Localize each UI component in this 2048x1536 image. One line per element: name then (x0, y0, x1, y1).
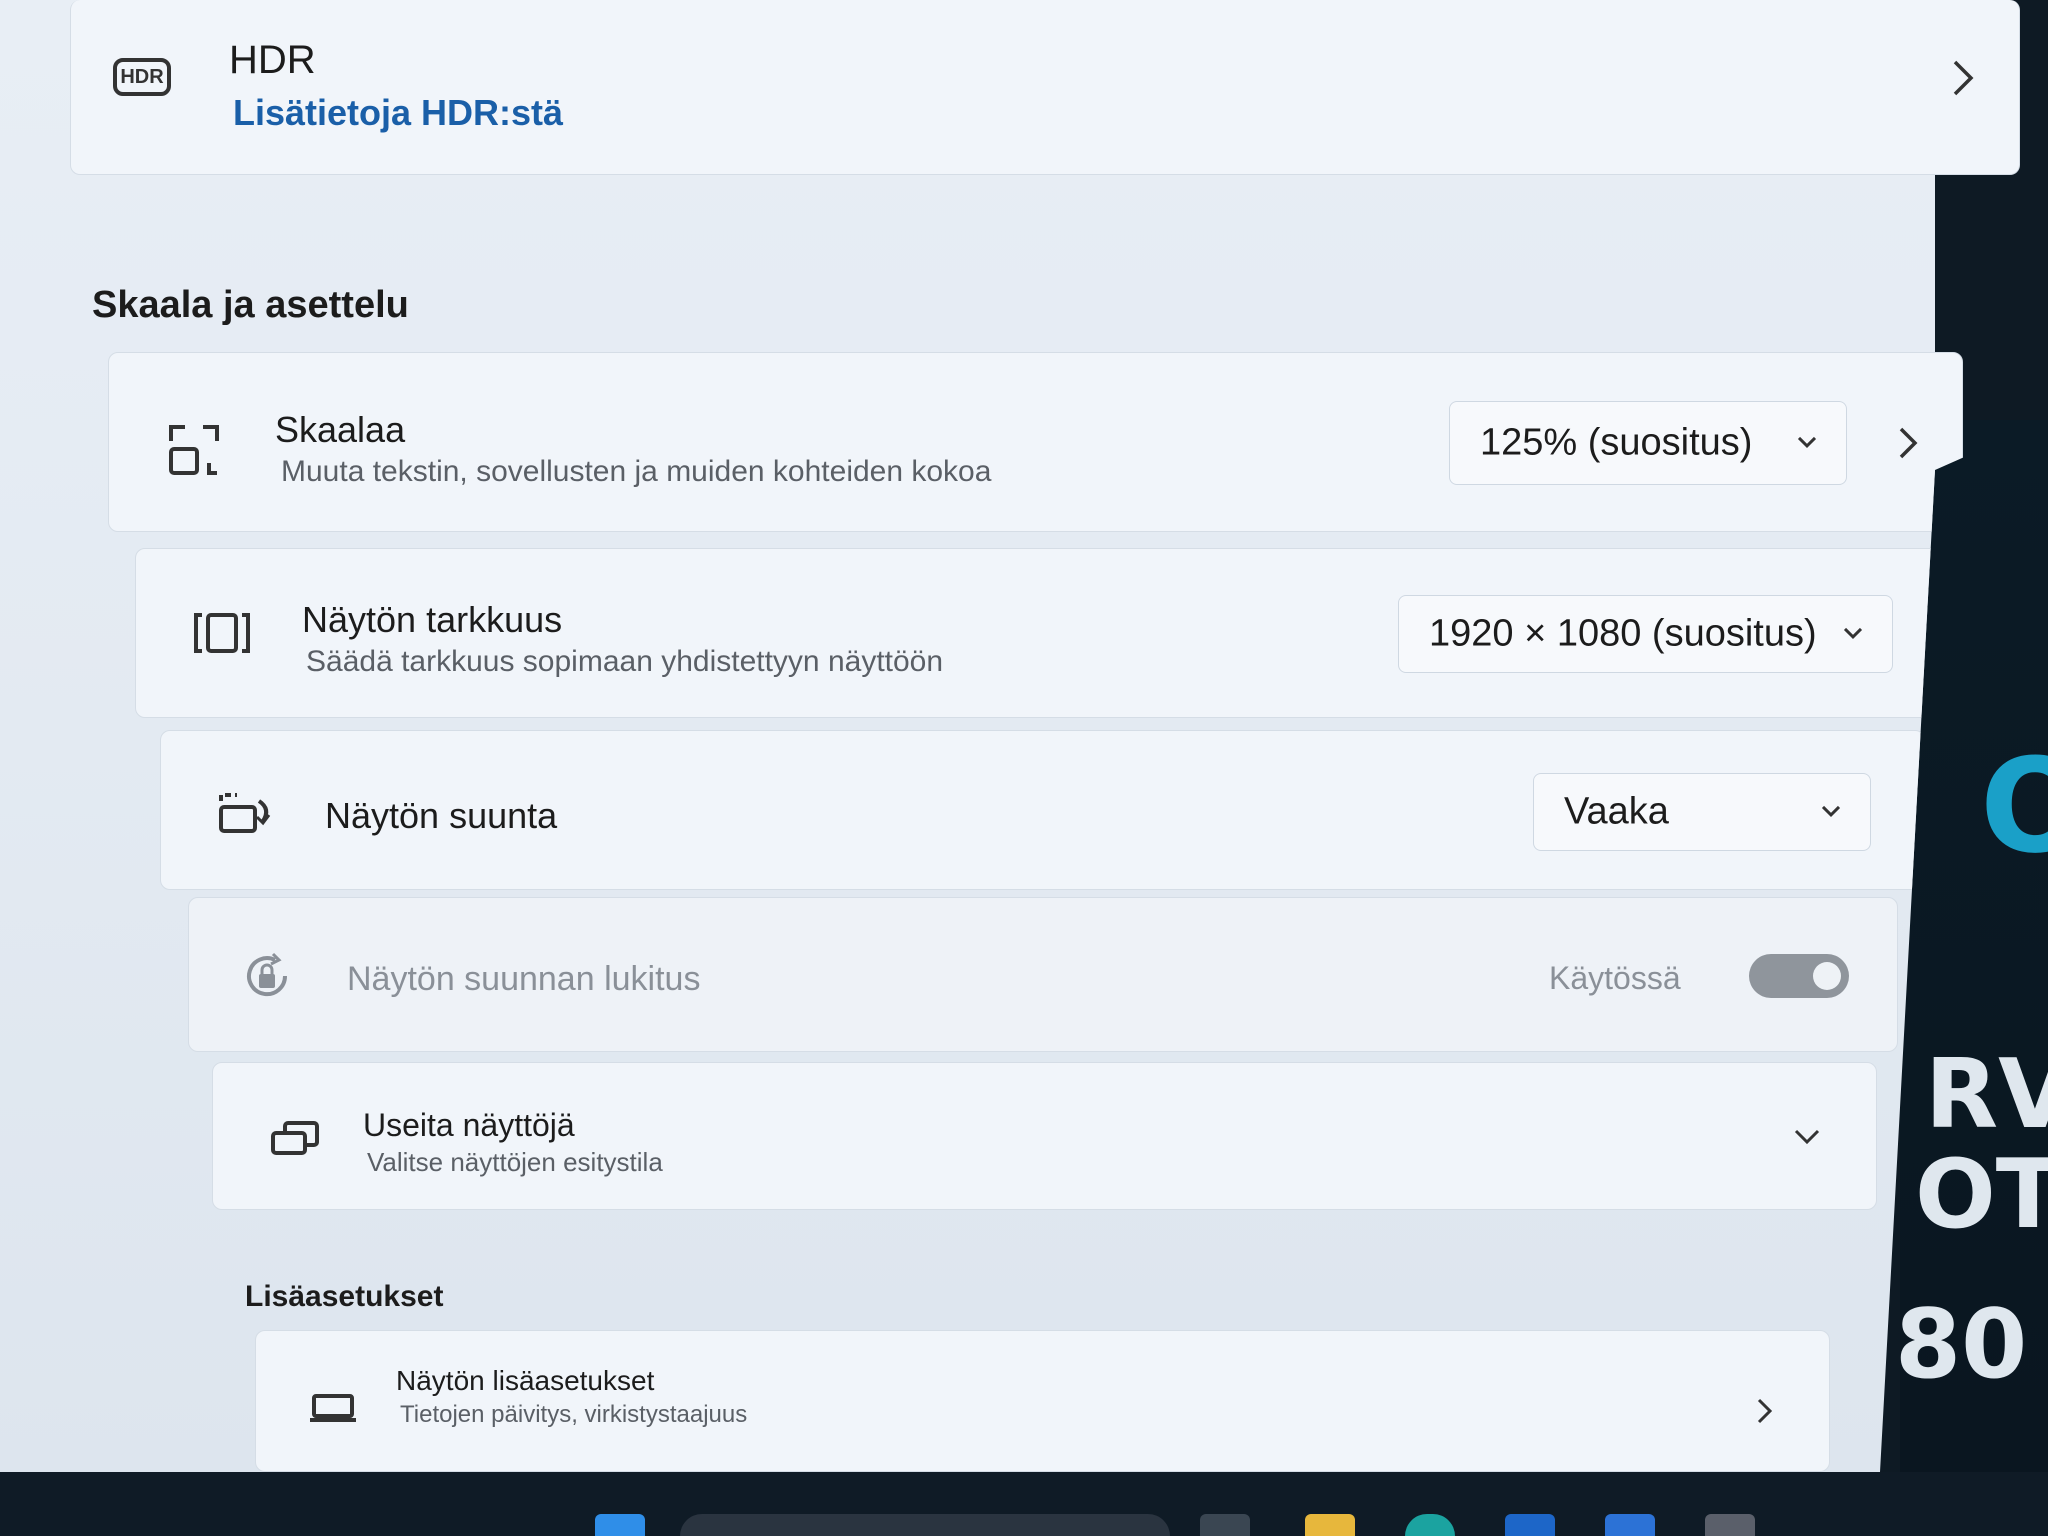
chevron-right-icon[interactable] (1897, 425, 1921, 461)
scale-dropdown[interactable]: 125% (suositus) (1449, 401, 1847, 485)
rotation-lock-state: Käytössä (1549, 960, 1681, 996)
store-icon[interactable] (1505, 1514, 1555, 1536)
search-box[interactable] (680, 1514, 1170, 1536)
background-text: O (1980, 730, 2048, 882)
multiple-displays-title: Useita näyttöjä (363, 1107, 575, 1143)
rotation-lock-title: Näytön suunnan lukitus (347, 960, 701, 998)
scale-dropdown-value: 125% (suositus) (1480, 421, 1753, 464)
scale-icon (169, 425, 219, 475)
orientation-icon (219, 793, 271, 833)
resolution-dropdown[interactable]: 1920 × 1080 (suositus) (1398, 595, 1893, 673)
chevron-down-icon (1797, 436, 1817, 449)
hdr-icon: HDR (113, 58, 171, 96)
multiple-displays-icon (271, 1121, 319, 1155)
resolution-icon (194, 613, 250, 653)
background-text: 80 (1895, 1290, 2028, 1400)
scale-subtitle: Muuta tekstin, sovellusten ja muiden koh… (281, 455, 992, 488)
monitor-icon (310, 1394, 356, 1422)
rotation-lock-icon (247, 952, 288, 997)
orientation-title: Näytön suunta (325, 795, 558, 836)
hdr-badge-text: HDR (120, 66, 164, 88)
advanced-display-title: Näytön lisäasetukset (396, 1365, 655, 1396)
advanced-display-row[interactable]: Näytön lisäasetukset Tietojen päivitys, … (255, 1330, 1830, 1472)
section-heading-advanced: Lisäasetukset (245, 1280, 444, 1313)
rotation-lock-toggle[interactable] (1749, 954, 1849, 998)
chevron-down-icon (1843, 627, 1863, 640)
scale-title: Skaalaa (275, 409, 406, 450)
section-heading-scale: Skaala ja asettelu (92, 284, 409, 326)
chevron-right-icon[interactable] (1756, 1397, 1774, 1425)
hdr-card[interactable]: HDR HDR Lisätietoja HDR:stä (70, 0, 2020, 175)
resolution-dropdown-value: 1920 × 1080 (suositus) (1429, 612, 1817, 655)
multiple-displays-row[interactable]: Useita näyttöjä Valitse näyttöjen esitys… (212, 1062, 1877, 1210)
orientation-dropdown[interactable]: Vaaka (1533, 773, 1871, 851)
resolution-row[interactable]: Näytön tarkkuus Säädä tarkkuus sopimaan … (135, 548, 1953, 718)
background-text: RVI (1925, 1040, 2048, 1150)
orientation-row[interactable]: Näytön suunta Vaaka (160, 730, 1925, 890)
multiple-displays-subtitle: Valitse näyttöjen esitystila (367, 1147, 663, 1177)
chevron-down-icon[interactable] (1793, 1127, 1821, 1147)
folder-icon[interactable] (1305, 1514, 1355, 1536)
scale-row[interactable]: Skaalaa Muuta tekstin, sovellusten ja mu… (108, 352, 1963, 532)
advanced-display-subtitle: Tietojen päivitys, virkistystaajuus (400, 1401, 748, 1428)
app-icon[interactable] (1200, 1514, 1250, 1536)
app-icon[interactable] (1605, 1514, 1655, 1536)
toggle-knob (1813, 962, 1841, 990)
chevron-down-icon (1821, 805, 1841, 818)
chevron-right-icon[interactable] (1951, 58, 1975, 98)
hdr-learn-more-link[interactable]: Lisätietoja HDR:stä (233, 92, 563, 134)
orientation-dropdown-value: Vaaka (1564, 790, 1669, 833)
resolution-subtitle: Säädä tarkkuus sopimaan yhdistettyyn näy… (306, 645, 944, 678)
start-icon[interactable] (595, 1514, 645, 1536)
hdr-title: HDR (229, 38, 316, 82)
settings-window: HDR HDR Lisätietoja HDR:stä Skaala ja as… (0, 0, 2020, 1472)
app-icon[interactable] (1705, 1514, 1755, 1536)
background-text: OT (1915, 1140, 2048, 1250)
resolution-title: Näytön tarkkuus (302, 599, 563, 640)
rotation-lock-row: Näytön suunnan lukitus Käytössä (188, 897, 1898, 1052)
